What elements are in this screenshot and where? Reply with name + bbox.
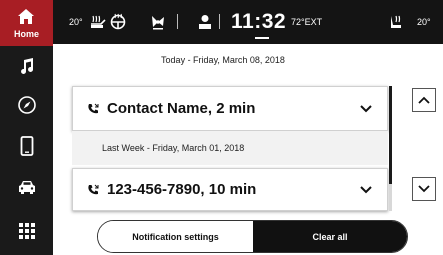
sidebar-item-apps[interactable] bbox=[0, 212, 53, 250]
notification-title: Contact Name, 2 min bbox=[107, 100, 256, 117]
sidebar-item-navigation[interactable] bbox=[0, 86, 53, 124]
chevron-down-icon[interactable] bbox=[359, 185, 373, 195]
exterior-temperature: 72°EXT bbox=[291, 17, 323, 27]
notification-card[interactable]: 123-456-7890, 10 min bbox=[72, 168, 388, 211]
notification-title: 123-456-7890, 10 min bbox=[107, 181, 257, 198]
right-temperature[interactable]: 20° bbox=[417, 0, 431, 44]
music-note-icon bbox=[20, 58, 33, 74]
phone-icon bbox=[20, 136, 33, 156]
status-divider bbox=[219, 14, 220, 29]
last-week-date-header: Last Week - Friday, March 01, 2018 bbox=[72, 131, 388, 165]
home-label: Home bbox=[13, 29, 39, 39]
scroll-down-button[interactable] bbox=[412, 177, 436, 201]
chevron-down-icon[interactable] bbox=[359, 104, 373, 114]
heated-seat-right-icon[interactable] bbox=[387, 0, 405, 44]
sidebar-item-music[interactable] bbox=[0, 47, 53, 85]
apps-grid-icon bbox=[18, 223, 35, 239]
car-icon bbox=[18, 181, 35, 194]
home-icon bbox=[18, 9, 34, 24]
today-date-header: Today - Friday, March 08, 2018 bbox=[161, 55, 285, 65]
compass-icon bbox=[17, 96, 36, 114]
chevron-up-icon bbox=[418, 96, 430, 104]
notification-actions: Notification settings Clear all bbox=[97, 220, 408, 253]
left-temperature[interactable]: 20° bbox=[69, 0, 83, 44]
sidebar-item-home[interactable]: Home bbox=[0, 0, 53, 46]
sidebar-item-phone[interactable] bbox=[0, 127, 53, 165]
sidebar-item-vehicle[interactable] bbox=[0, 168, 53, 206]
chevron-down-icon bbox=[418, 185, 430, 193]
status-divider bbox=[177, 14, 178, 29]
status-bar: 20° 11:32 72°EXT 20° bbox=[53, 0, 443, 44]
clock-underline bbox=[255, 37, 269, 39]
infotainment-screen: Home 20° 11:32 72°EXT 20° Today - Friday… bbox=[0, 0, 443, 255]
heated-steering-icon[interactable] bbox=[89, 0, 109, 44]
notification-settings-button[interactable]: Notification settings bbox=[98, 221, 253, 252]
notification-card[interactable]: Contact Name, 2 min bbox=[72, 86, 388, 131]
heated-seat-icon[interactable] bbox=[109, 0, 127, 44]
scrollbar-thumb[interactable] bbox=[389, 86, 392, 184]
clear-all-button[interactable]: Clear all bbox=[253, 221, 407, 252]
sidebar: Home bbox=[0, 0, 53, 255]
missed-call-icon bbox=[88, 184, 99, 194]
fan-icon[interactable] bbox=[149, 0, 167, 44]
user-profile-icon[interactable] bbox=[198, 0, 212, 44]
scroll-up-button[interactable] bbox=[412, 88, 436, 112]
missed-call-icon bbox=[88, 103, 99, 113]
last-week-date-label: Last Week - Friday, March 01, 2018 bbox=[102, 143, 245, 153]
